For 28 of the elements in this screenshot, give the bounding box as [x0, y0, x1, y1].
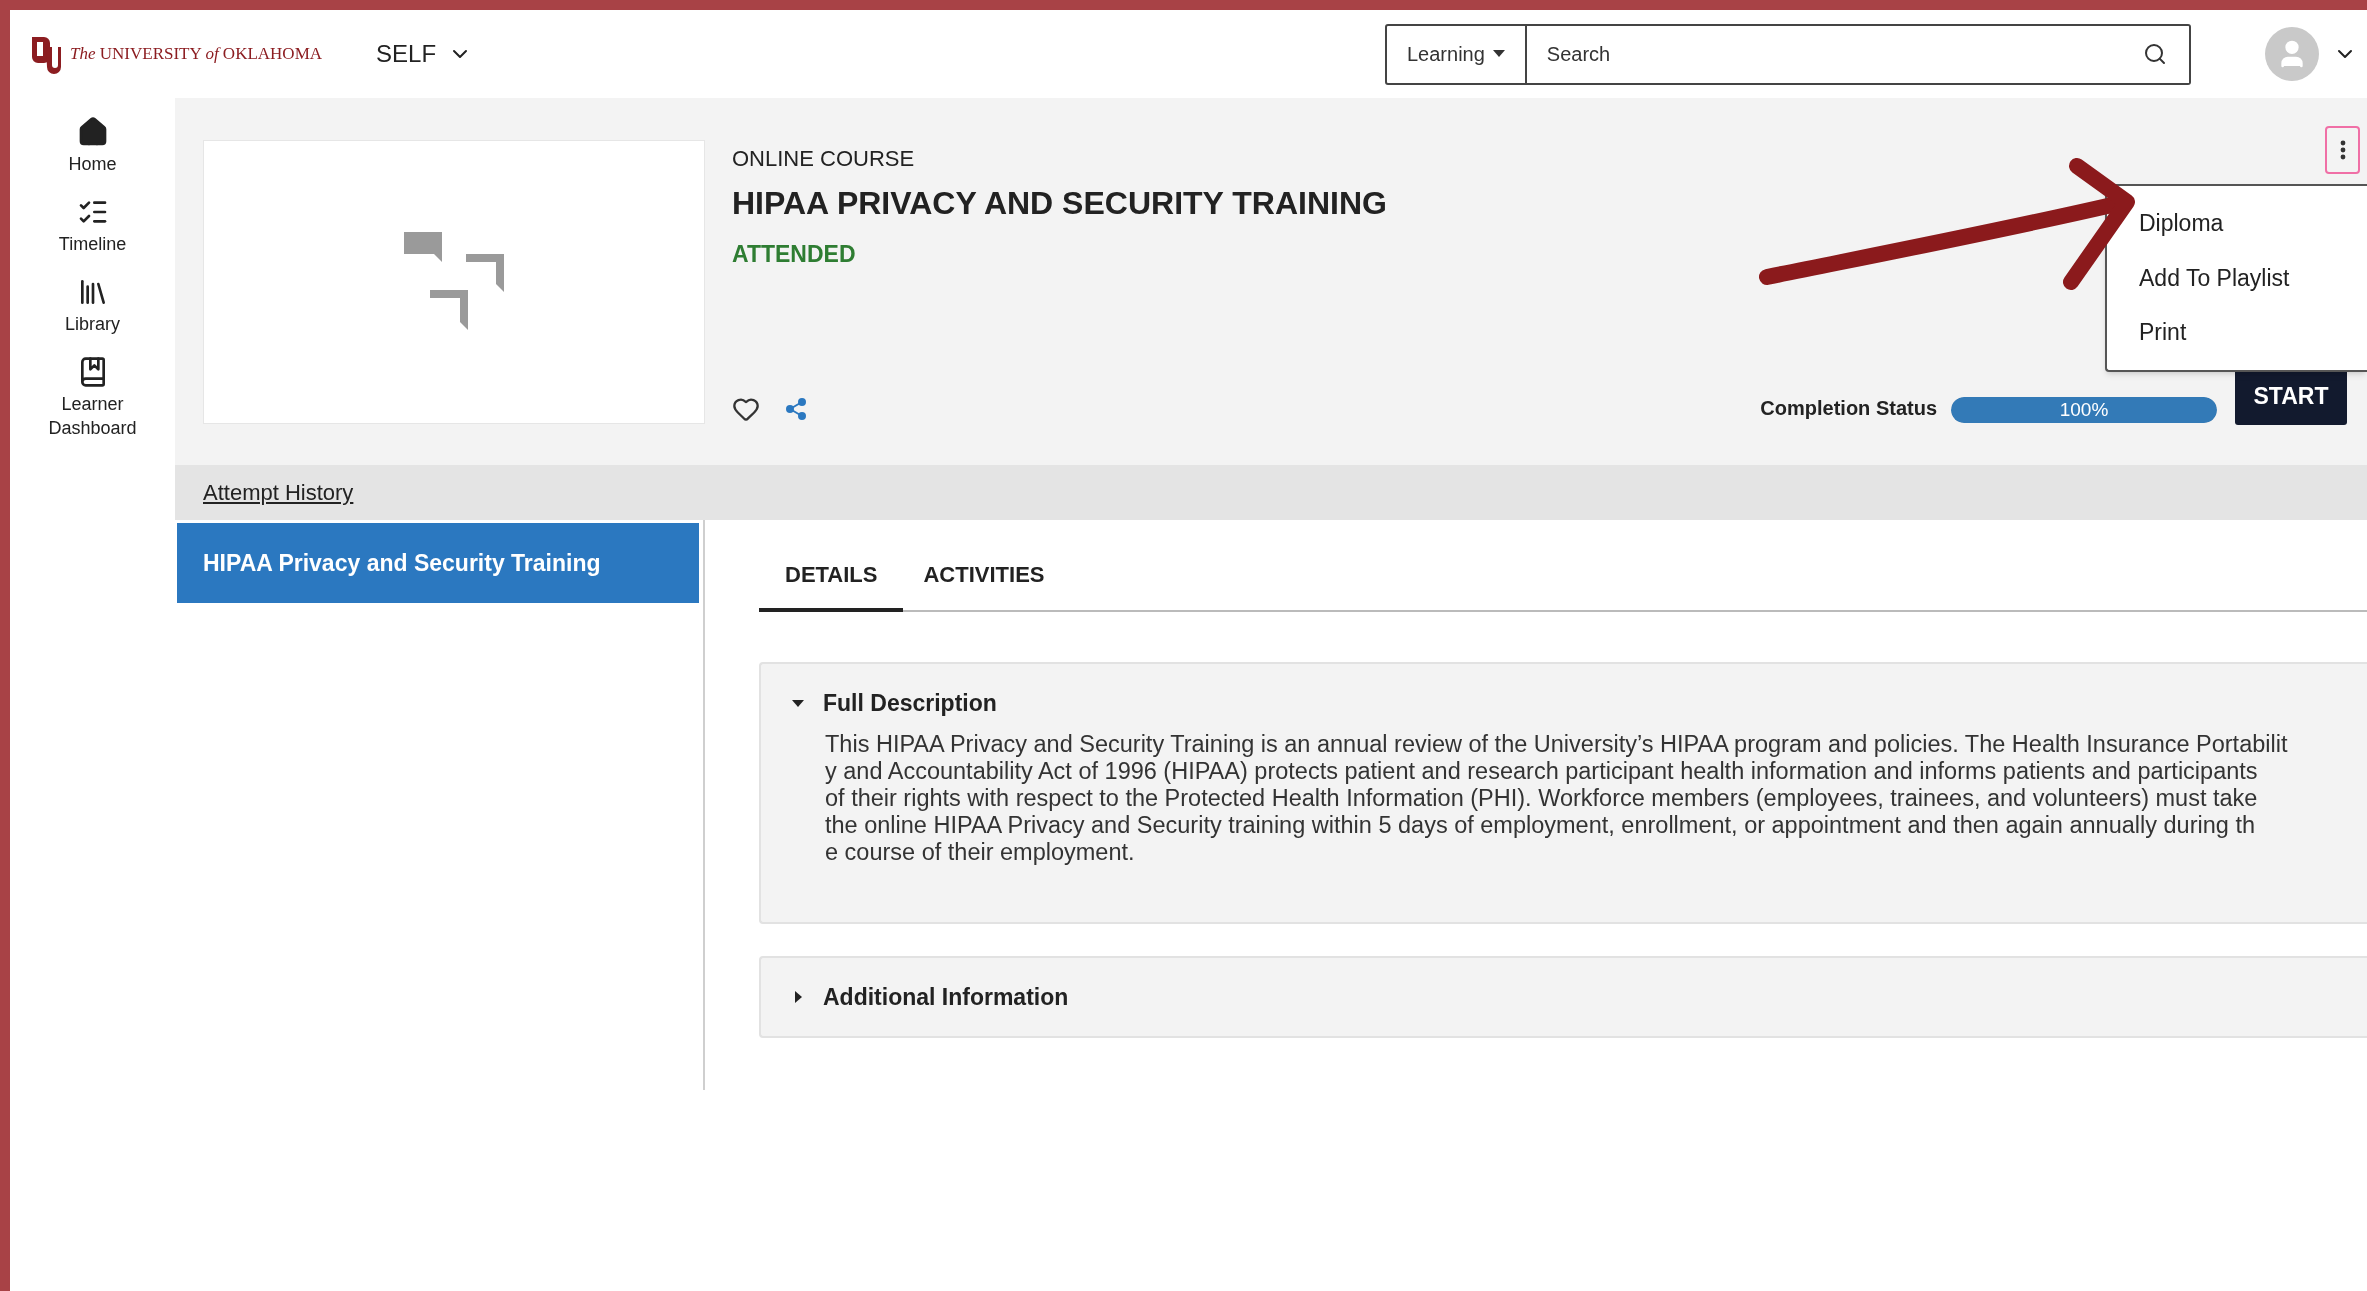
menu-item[interactable]: Diploma — [2107, 196, 2367, 251]
kebab-menu-icon — [2339, 140, 2346, 160]
search-icon[interactable] — [2143, 42, 2167, 66]
more-options-button[interactable] — [2325, 126, 2360, 174]
course-status: ATTENDED — [732, 240, 856, 269]
tab[interactable]: DETAILS — [759, 540, 904, 612]
nav-item[interactable]: Library — [27, 276, 158, 336]
menu-item[interactable]: Print — [2107, 305, 2367, 360]
heart-icon[interactable] — [732, 395, 760, 423]
section-toggle[interactable]: Additional Information — [791, 979, 1069, 1014]
nav-item[interactable]: Learner Dashboard — [27, 356, 158, 440]
section-toggle[interactable]: Full Description — [791, 686, 997, 721]
completion-label: Completion Status — [1760, 396, 1937, 421]
nav-item[interactable]: Home — [27, 116, 158, 176]
module-item[interactable]: HIPAA Privacy and Security Training — [177, 523, 699, 603]
nav-item[interactable]: Timeline — [27, 196, 158, 256]
search-scope-dropdown[interactable]: Learning — [1385, 23, 1527, 85]
attempt-history-link[interactable]: Attempt History — [203, 476, 354, 509]
context-dropdown[interactable]: SELF — [376, 36, 473, 72]
course-title: HIPAA PRIVACY AND SECURITY TRAINING — [732, 184, 1387, 223]
caret-down-icon — [1492, 50, 1505, 58]
course-type: ONLINE COURSE — [732, 145, 915, 173]
progress-reading: 100% — [2058, 397, 2110, 422]
menu-item[interactable]: Add To Playlist — [2107, 250, 2367, 305]
tab[interactable]: ACTIVITIES — [903, 540, 1065, 612]
university-name: The UNIVERSITY of OKLAHOMA — [70, 43, 323, 66]
description-text: This HIPAA Privacy and Security Training is an annual review of the University’s HIPAA program and policies. The Health Insurance Portabilit y and Accountability Act of 1996 (HIPAA) protects patient and research participant health information and informs patients and participants of their rights with respect to the Protected Health Information (PHI). Workforce members (employees, trainees, and volunteers) must take the online HIPAA Privacy and Security training within 5 days of employment, enrollment, or appointment and then again annually during th e course of their employment. — [825, 730, 2289, 866]
share-icon[interactable] — [784, 397, 808, 421]
